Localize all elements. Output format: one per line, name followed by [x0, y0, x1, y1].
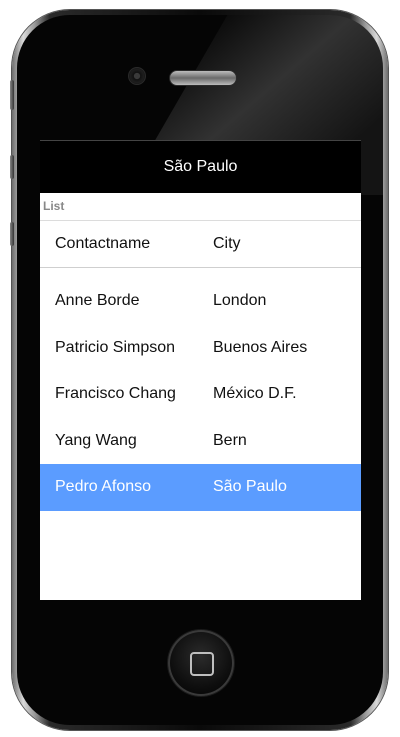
volume-up-button	[10, 155, 14, 179]
home-square-icon	[190, 652, 214, 676]
table-row[interactable]: Anne Borde London	[40, 278, 361, 325]
contact-name-cell: Yang Wang	[55, 431, 137, 449]
city-cell: México D.F.	[213, 385, 297, 403]
contact-name-cell: Patricio Simpson	[55, 338, 176, 356]
title-bar: São Paulo	[40, 140, 361, 193]
home-button-icon[interactable]	[168, 630, 234, 696]
camera-icon	[128, 67, 146, 85]
mute-switch	[10, 80, 14, 110]
speaker-icon	[169, 70, 237, 86]
city-cell: Bern	[213, 431, 247, 449]
table-row[interactable]: Yang Wang Bern	[40, 418, 361, 465]
page-title: São Paulo	[163, 158, 238, 175]
app-screen: São Paulo List Contactname City Anne Bor…	[40, 140, 361, 600]
table-header-row: Contactname City	[40, 221, 361, 268]
volume-down-button	[10, 222, 14, 246]
column-header-contactname[interactable]: Contactname	[40, 235, 213, 253]
list-caption: List	[40, 193, 361, 221]
contact-name-cell: Anne Borde	[55, 292, 140, 310]
city-cell: Buenos Aires	[213, 338, 308, 356]
contact-name-cell: Pedro Afonso	[55, 478, 152, 496]
contact-name-cell: Francisco Chang	[55, 385, 176, 403]
column-header-city[interactable]: City	[213, 235, 361, 253]
table-row[interactable]: Patricio Simpson Buenos Aires	[40, 325, 361, 372]
table-row-selected[interactable]: Pedro Afonso São Paulo	[40, 464, 361, 511]
table-row[interactable]: Francisco Chang México D.F.	[40, 371, 361, 418]
city-cell: São Paulo	[213, 478, 287, 496]
city-cell: London	[213, 292, 267, 310]
